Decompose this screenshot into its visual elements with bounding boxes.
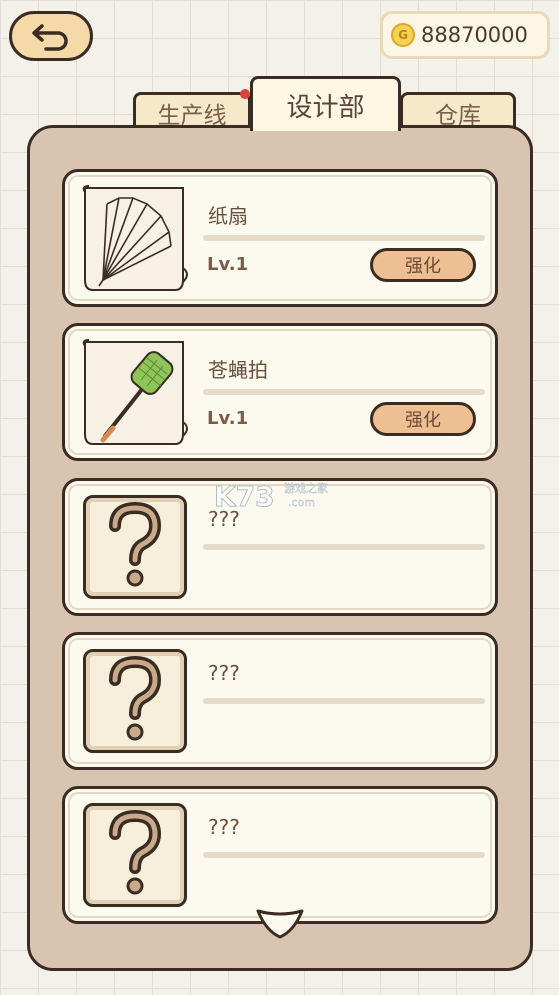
item-card: 苍蝇拍 Lv.1 强化 <box>62 323 498 461</box>
back-arrow-icon <box>32 24 68 51</box>
locked-item-frame <box>83 495 187 599</box>
question-mark-icon <box>109 656 162 741</box>
divider <box>203 698 485 704</box>
item-card: 纸扇 Lv.1 强化 <box>62 169 498 307</box>
item-card: ??? <box>62 786 498 924</box>
question-mark-icon <box>109 502 162 587</box>
coin-balance: G 88870000 <box>380 11 550 59</box>
divider <box>203 544 485 550</box>
coin-amount: 88870000 <box>421 23 528 47</box>
question-mark-icon <box>109 810 162 895</box>
notification-badge <box>240 89 250 99</box>
divider <box>203 852 485 858</box>
fly-swatter-icon <box>82 339 188 445</box>
scroll-down-icon[interactable] <box>254 907 306 941</box>
item-name: ??? <box>208 661 240 685</box>
item-name: 苍蝇拍 <box>208 358 268 382</box>
divider <box>203 389 485 395</box>
watermark-logo: K73 游戏之家 .com <box>214 480 329 514</box>
back-button[interactable] <box>9 11 93 61</box>
item-card: ??? <box>62 632 498 770</box>
locked-item-frame <box>83 649 187 753</box>
locked-item-frame <box>83 803 187 907</box>
upgrade-button[interactable]: 强化 <box>370 248 476 282</box>
coin-icon: G <box>391 23 415 47</box>
svg-text:K73: K73 <box>214 480 275 513</box>
tab-design-department[interactable]: 设计部 <box>250 76 401 131</box>
upgrade-button[interactable]: 强化 <box>370 402 476 436</box>
item-name: ??? <box>208 815 240 839</box>
item-level: Lv.1 <box>207 408 249 429</box>
item-level: Lv.1 <box>207 254 249 275</box>
divider <box>203 235 485 241</box>
item-name: 纸扇 <box>208 204 248 228</box>
paper-fan-icon <box>82 185 188 291</box>
svg-text:游戏之家: 游戏之家 <box>284 481 328 495</box>
svg-text:.com: .com <box>288 496 315 509</box>
